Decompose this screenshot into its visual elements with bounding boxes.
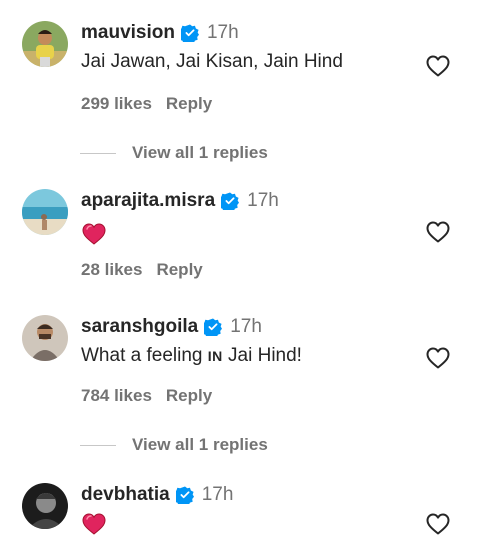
heart-outline-icon[interactable] bbox=[426, 221, 450, 243]
comment-actions: 28 likes Reply bbox=[81, 260, 203, 280]
view-replies-label: View all 1 replies bbox=[132, 143, 268, 162]
divider-line bbox=[80, 444, 116, 446]
timestamp[interactable]: 17h bbox=[247, 190, 279, 212]
timestamp[interactable]: 17h bbox=[207, 22, 239, 44]
comment-header: aparajita.misra 17h bbox=[81, 190, 279, 212]
avatar[interactable] bbox=[22, 315, 68, 361]
comment-text-part: Jai Hind! bbox=[222, 345, 302, 366]
username[interactable]: devbhatia bbox=[81, 484, 170, 506]
comment-text-smallcaps: IN bbox=[207, 348, 223, 364]
comment-header: saranshgoila 17h bbox=[81, 316, 262, 338]
reply-button[interactable]: Reply bbox=[156, 260, 202, 279]
divider-line bbox=[80, 152, 116, 154]
verified-badge-icon bbox=[221, 192, 240, 210]
reply-button[interactable]: Reply bbox=[166, 94, 212, 113]
avatar[interactable] bbox=[22, 21, 68, 67]
verified-badge-icon bbox=[204, 318, 223, 336]
heart-outline-icon[interactable] bbox=[426, 513, 450, 535]
likes-count[interactable]: 784 likes bbox=[81, 386, 152, 405]
verified-badge-icon bbox=[180, 24, 199, 42]
view-replies-label: View all 1 replies bbox=[132, 435, 268, 454]
comment-header: mauvision 17h bbox=[81, 22, 239, 44]
comment-actions: 299 likes Reply bbox=[81, 94, 212, 114]
reply-button[interactable]: Reply bbox=[166, 386, 212, 405]
username[interactable]: aparajita.misra bbox=[81, 190, 215, 212]
red-heart-emoji bbox=[82, 513, 106, 535]
username[interactable]: mauvision bbox=[81, 22, 175, 44]
likes-count[interactable]: 28 likes bbox=[81, 260, 142, 279]
timestamp[interactable]: 17h bbox=[230, 316, 262, 338]
view-replies-button[interactable]: View all 1 replies bbox=[80, 143, 268, 163]
heart-outline-icon[interactable] bbox=[426, 55, 450, 77]
comment-text: Jai Jawan, Jai Kisan, Jain Hind bbox=[81, 51, 343, 72]
verified-badge-icon bbox=[175, 486, 194, 504]
likes-count[interactable]: 299 likes bbox=[81, 94, 152, 113]
avatar[interactable] bbox=[22, 189, 68, 235]
comment-header: devbhatia 17h bbox=[81, 484, 233, 506]
heart-outline-icon[interactable] bbox=[426, 347, 450, 369]
comment-actions: 784 likes Reply bbox=[81, 386, 212, 406]
username[interactable]: saranshgoila bbox=[81, 316, 198, 338]
comment-text-part: What a feeling bbox=[81, 345, 208, 366]
timestamp[interactable]: 17h bbox=[202, 484, 234, 506]
view-replies-button[interactable]: View all 1 replies bbox=[80, 435, 268, 455]
comment-text: What a feeling IN Jai Hind! bbox=[81, 345, 302, 367]
avatar[interactable] bbox=[22, 483, 68, 529]
red-heart-emoji bbox=[82, 223, 106, 245]
